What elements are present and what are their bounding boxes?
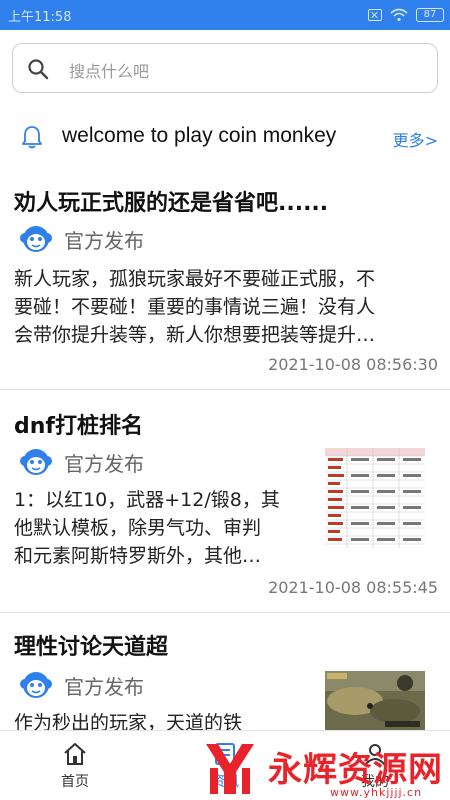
more-link[interactable]: 更多>	[393, 127, 438, 151]
excerpt-line: 他默认模板，除男气功、审判	[14, 517, 262, 539]
post-thumbnail	[325, 671, 425, 730]
post-author: 官方发布	[18, 667, 144, 703]
post-title: dnf打桩排名	[14, 414, 143, 439]
bell-icon	[22, 126, 42, 149]
battery-indicator: 87	[416, 8, 444, 22]
tab-label: 首页	[61, 774, 89, 790]
watermark: 永辉资源网 www.yhkjjjj.cn	[200, 734, 450, 800]
post-author: 官方发布	[18, 444, 144, 480]
excerpt-line: 1：以红10，武器+12/锻8，其	[14, 489, 280, 511]
post-time: 2021-10-08 08:55:45	[268, 578, 438, 597]
post-time: 2021-10-08 08:56:30	[268, 355, 438, 374]
game-screenshot-image	[325, 671, 425, 730]
monkey-avatar-icon	[20, 449, 52, 475]
author-name: 官方发布	[64, 228, 144, 253]
post-title: 劝人玩正式服的还是省省吧......	[14, 191, 329, 216]
monkey-avatar-icon	[20, 226, 52, 252]
search-placeholder: 搜点什么吧	[69, 62, 150, 81]
home-icon	[64, 743, 86, 765]
excerpt-line: 要碰！不要碰！重要的事情说三遍！没有人	[14, 296, 376, 318]
post-thumbnail	[325, 448, 425, 548]
excerpt-line: 会带你提升装等，新人你想要把装等提升…	[14, 324, 376, 346]
author-name: 官方发布	[64, 674, 144, 699]
post-item[interactable]: dnf打桩排名 官方发布 1：以红10，武器+12/锻8，其 他默认模板，除男气…	[0, 390, 450, 613]
notice-text: welcome to play coin monkey	[62, 124, 337, 147]
status-bar: 上午11:58 87	[0, 0, 450, 30]
search-icon	[28, 59, 49, 80]
excerpt-line: 和元素阿斯特罗斯外，其他…	[14, 545, 262, 567]
wifi-icon	[390, 8, 408, 22]
post-title: 理性讨论天道超	[14, 635, 169, 660]
excerpt-line: 作为秒出的玩家，天道的铁	[14, 712, 243, 730]
post-item[interactable]: 理性讨论天道超 官方发布 作为秒出的玩家，天道的铁	[0, 613, 450, 730]
notice-bar: welcome to play coin monkey 更多>	[0, 112, 450, 162]
watermark-text: 永辉资源网	[268, 750, 443, 790]
watermark-url: www.yhkjjjj.cn	[330, 786, 423, 799]
post-item[interactable]: 劝人玩正式服的还是省省吧...... 官方发布 新人玩家，孤狼玩家最好不要碰正式…	[0, 165, 450, 390]
search-input[interactable]: 搜点什么吧	[12, 43, 438, 93]
status-time: 上午11:58	[8, 10, 72, 25]
post-excerpt: 1：以红10，武器+12/锻8，其 他默认模板，除男气功、审判 和元素阿斯特罗斯…	[14, 486, 314, 570]
notification-x-icon	[368, 9, 382, 21]
ranking-table-image	[325, 448, 425, 548]
post-excerpt: 新人玩家，孤狼玩家最好不要碰正式服，不 要碰！不要碰！重要的事情说三遍！没有人 …	[14, 265, 439, 349]
excerpt-line: 新人玩家，孤狼玩家最好不要碰正式服，不	[14, 268, 376, 290]
author-name: 官方发布	[64, 451, 144, 476]
tab-home[interactable]: 首页	[25, 731, 125, 800]
monkey-avatar-icon	[20, 672, 52, 698]
status-icons: 87	[368, 6, 444, 24]
post-author: 官方发布	[18, 221, 144, 257]
watermark-logo-icon	[206, 744, 254, 794]
post-excerpt: 作为秒出的玩家，天道的铁	[14, 709, 314, 730]
